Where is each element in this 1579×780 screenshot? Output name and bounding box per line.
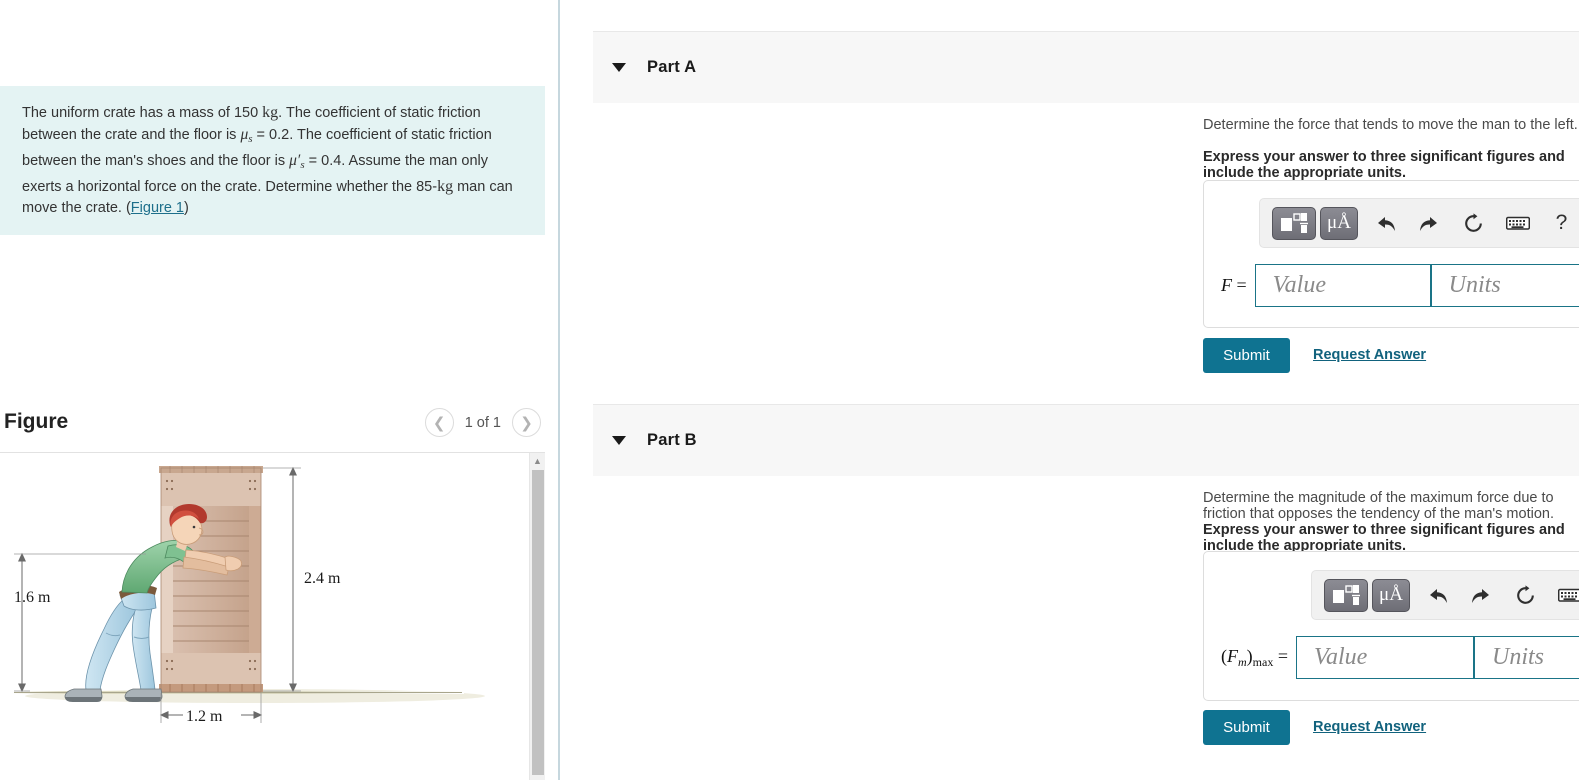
- left-pane: The uniform crate has a mass of 150 kg. …: [0, 0, 558, 780]
- part-b-header[interactable]: Part B: [593, 404, 1579, 476]
- part-b-answer-box: μÅ (Fm)max = Value Units: [1203, 551, 1579, 701]
- part-a-instruction: Express your answer to three significant…: [1203, 149, 1565, 181]
- part-b-label: Part B: [647, 431, 697, 449]
- part-a-request-answer-link[interactable]: Request Answer: [1313, 347, 1426, 363]
- undo-icon[interactable]: [1421, 581, 1454, 610]
- mu-angstrom-label: μÅ: [1379, 584, 1403, 605]
- part-b-value-input[interactable]: Value: [1296, 636, 1474, 679]
- crate-width-label: 1.2 m: [186, 708, 223, 725]
- part-a-toolbar: μÅ ?: [1259, 198, 1579, 248]
- problem-text: The uniform crate has a mass of 150 kg. …: [22, 102, 527, 219]
- problem-statement: The uniform crate has a mass of 150 kg. …: [0, 86, 545, 235]
- crate-height-label: 2.4 m: [304, 570, 341, 587]
- caret-down-icon[interactable]: [612, 436, 626, 445]
- part-b-units-input[interactable]: Units: [1474, 636, 1579, 679]
- mu-angstrom-icon[interactable]: μÅ: [1372, 578, 1410, 612]
- crate: [159, 466, 263, 693]
- part-a-value-input[interactable]: Value: [1254, 264, 1431, 307]
- part-a-value-placeholder: Value: [1272, 272, 1326, 298]
- problem-text-4: ): [184, 200, 189, 216]
- mu-angstrom-icon[interactable]: μÅ: [1320, 206, 1358, 240]
- undo-icon[interactable]: [1369, 209, 1402, 238]
- crate-pushing-diagram: 1.6 m 2.4 m 1.2 m: [12, 466, 485, 725]
- figure-title: Figure: [4, 410, 69, 433]
- triangle-up-icon[interactable]: ▲: [530, 453, 545, 468]
- figure-1-link[interactable]: Figure 1: [131, 200, 184, 216]
- scrollbar-thumb[interactable]: [532, 470, 544, 775]
- figure-pager: ❮ 1 of 1 ❯: [424, 408, 541, 437]
- part-b-instruction: Express your answer to three significant…: [1203, 522, 1565, 554]
- problem-text-1: The uniform crate has a mass of 150: [22, 105, 263, 121]
- reset-icon[interactable]: [1457, 209, 1490, 238]
- part-a-symbol-f: F: [1221, 275, 1232, 295]
- help-label: ?: [1555, 211, 1568, 234]
- part-b-answer-label: (Fm)max =: [1221, 645, 1288, 669]
- part-b-units-placeholder: Units: [1492, 644, 1545, 670]
- part-b-symbol-f: F: [1227, 645, 1238, 666]
- redo-icon[interactable]: [1465, 581, 1498, 610]
- part-a-prompt: Determine the force that tends to move t…: [1203, 117, 1578, 133]
- mu-angstrom-label: μÅ: [1327, 212, 1351, 233]
- math-template-icon[interactable]: [1324, 578, 1368, 612]
- problem-page: The uniform crate has a mass of 150 kg. …: [0, 0, 1579, 780]
- part-a-answer-label: F =: [1221, 275, 1247, 296]
- part-a-label: Part A: [647, 58, 697, 76]
- caret-down-icon[interactable]: [612, 63, 626, 72]
- keyboard-icon[interactable]: [1501, 209, 1534, 238]
- figure-pager-label: 1 of 1: [464, 414, 501, 431]
- part-a-units-input[interactable]: Units: [1430, 264, 1579, 307]
- part-b-prompt: Determine the magnitude of the maximum f…: [1203, 490, 1554, 522]
- part-a-submit-button[interactable]: Submit: [1203, 338, 1290, 373]
- part-b-toolbar: μÅ: [1311, 570, 1579, 620]
- part-b-value-placeholder: Value: [1314, 644, 1368, 670]
- part-a-header[interactable]: Part A: [593, 31, 1579, 103]
- redo-icon[interactable]: [1413, 209, 1446, 238]
- height-label: 1.6 m: [14, 589, 51, 606]
- help-icon[interactable]: ?: [1545, 209, 1578, 238]
- part-b-symbol-max: max: [1252, 654, 1274, 669]
- dimension-2-4m: [263, 466, 301, 693]
- part-a-answer-row: F = Value Units: [1221, 264, 1579, 307]
- part-b-answer-row: (Fm)max = Value Units: [1221, 636, 1579, 679]
- math-template-icon[interactable]: [1272, 206, 1316, 240]
- figure-scrollbar[interactable]: ▲: [529, 453, 545, 780]
- part-a-answer-box: μÅ ? F = Value Units: [1203, 180, 1579, 328]
- mu-s-prime-symbol: μ′: [289, 152, 301, 169]
- part-b-request-answer-link[interactable]: Request Answer: [1313, 719, 1426, 735]
- chevron-right-icon[interactable]: ❯: [512, 408, 541, 437]
- chevron-left-icon[interactable]: ❮: [424, 408, 454, 437]
- part-b-submit-button[interactable]: Submit: [1203, 710, 1290, 745]
- mass-unit: kg: [262, 104, 279, 121]
- part-b-equals: =: [1273, 645, 1288, 666]
- part-a-units-placeholder: Units: [1448, 272, 1501, 298]
- reset-icon[interactable]: [1509, 581, 1542, 610]
- keyboard-icon[interactable]: [1553, 581, 1579, 610]
- part-a-equals: =: [1232, 275, 1247, 295]
- right-pane: Part A Determine the force that tends to…: [560, 0, 1579, 780]
- man-mass-unit: kg: [437, 178, 454, 195]
- figure-canvas: 1.6 m 2.4 m 1.2 m: [0, 453, 529, 780]
- part-b-symbol-sub: m: [1238, 654, 1247, 669]
